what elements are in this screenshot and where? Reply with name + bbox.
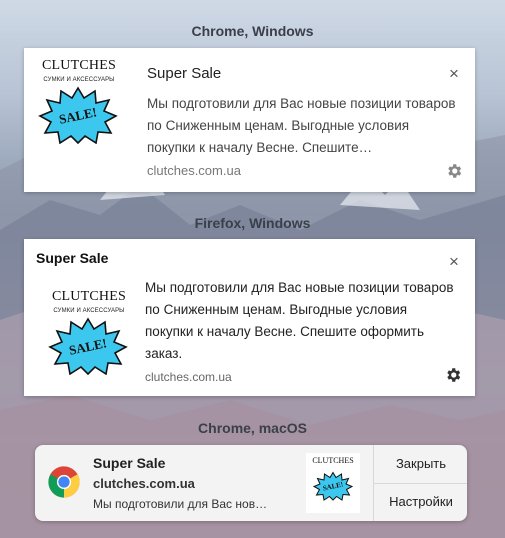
- close-icon[interactable]: ×: [449, 65, 459, 82]
- chrome-logo-icon: [48, 466, 80, 498]
- notification-title: Super Sale: [93, 455, 166, 471]
- gear-icon[interactable]: [444, 366, 462, 384]
- macos-action-buttons: Закрыть Настройки: [373, 445, 467, 521]
- close-button[interactable]: Закрыть: [374, 445, 467, 484]
- sale-burst-icon: SALE!: [48, 317, 128, 375]
- section-title-chrome-macos: Chrome, macOS: [198, 420, 307, 436]
- brand-logo-thumbnail: CLUTCHES SALE!: [306, 453, 360, 513]
- brand-logo: CLUTCHES СУМКИ И АКСЕССУАРЫ SALE!: [42, 285, 136, 379]
- notification-body: Мы подготовили для Вас новые позиции тов…: [147, 96, 456, 155]
- brand-logo-title: CLUTCHES: [312, 456, 354, 465]
- brand-logo-tagline: СУМКИ И АКСЕССУАРЫ: [43, 77, 115, 83]
- gear-icon[interactable]: [445, 162, 463, 180]
- notification-title: Super Sale: [147, 65, 222, 82]
- notification-domain: clutches.com.ua: [147, 163, 241, 178]
- notification-title: Super Sale: [36, 250, 109, 266]
- sale-burst-icon: SALE!: [313, 471, 353, 501]
- chrome-windows-notification[interactable]: CLUTCHES СУМКИ И АКСЕССУАРЫ SALE! Super …: [24, 48, 475, 192]
- notification-domain: clutches.com.ua: [93, 476, 195, 491]
- brand-logo-title: CLUTCHES: [52, 289, 126, 304]
- section-title-chrome-windows: Chrome, Windows: [191, 23, 314, 39]
- notification-body: Мы подготовили для Вас новые позиции тов…: [145, 280, 454, 361]
- chrome-macos-notification[interactable]: Super Sale clutches.com.ua Мы подготовил…: [35, 445, 467, 521]
- firefox-windows-notification[interactable]: Super Sale × CLUTCHES СУМКИ И АКСЕССУАРЫ…: [24, 239, 475, 396]
- brand-logo: CLUTCHES СУМКИ И АКСЕССУАРЫ SALE!: [32, 54, 126, 148]
- brand-logo-tagline: СУМКИ И АКСЕССУАРЫ: [53, 308, 125, 314]
- brand-logo-title: CLUTCHES: [42, 58, 116, 73]
- settings-button[interactable]: Настройки: [374, 483, 467, 521]
- notification-domain: clutches.com.ua: [145, 370, 232, 384]
- notification-body: Мы подготовили для Вас нов…: [93, 497, 268, 511]
- close-icon[interactable]: ×: [449, 253, 459, 270]
- section-title-firefox-windows: Firefox, Windows: [194, 215, 311, 231]
- sale-burst-icon: SALE!: [38, 86, 118, 144]
